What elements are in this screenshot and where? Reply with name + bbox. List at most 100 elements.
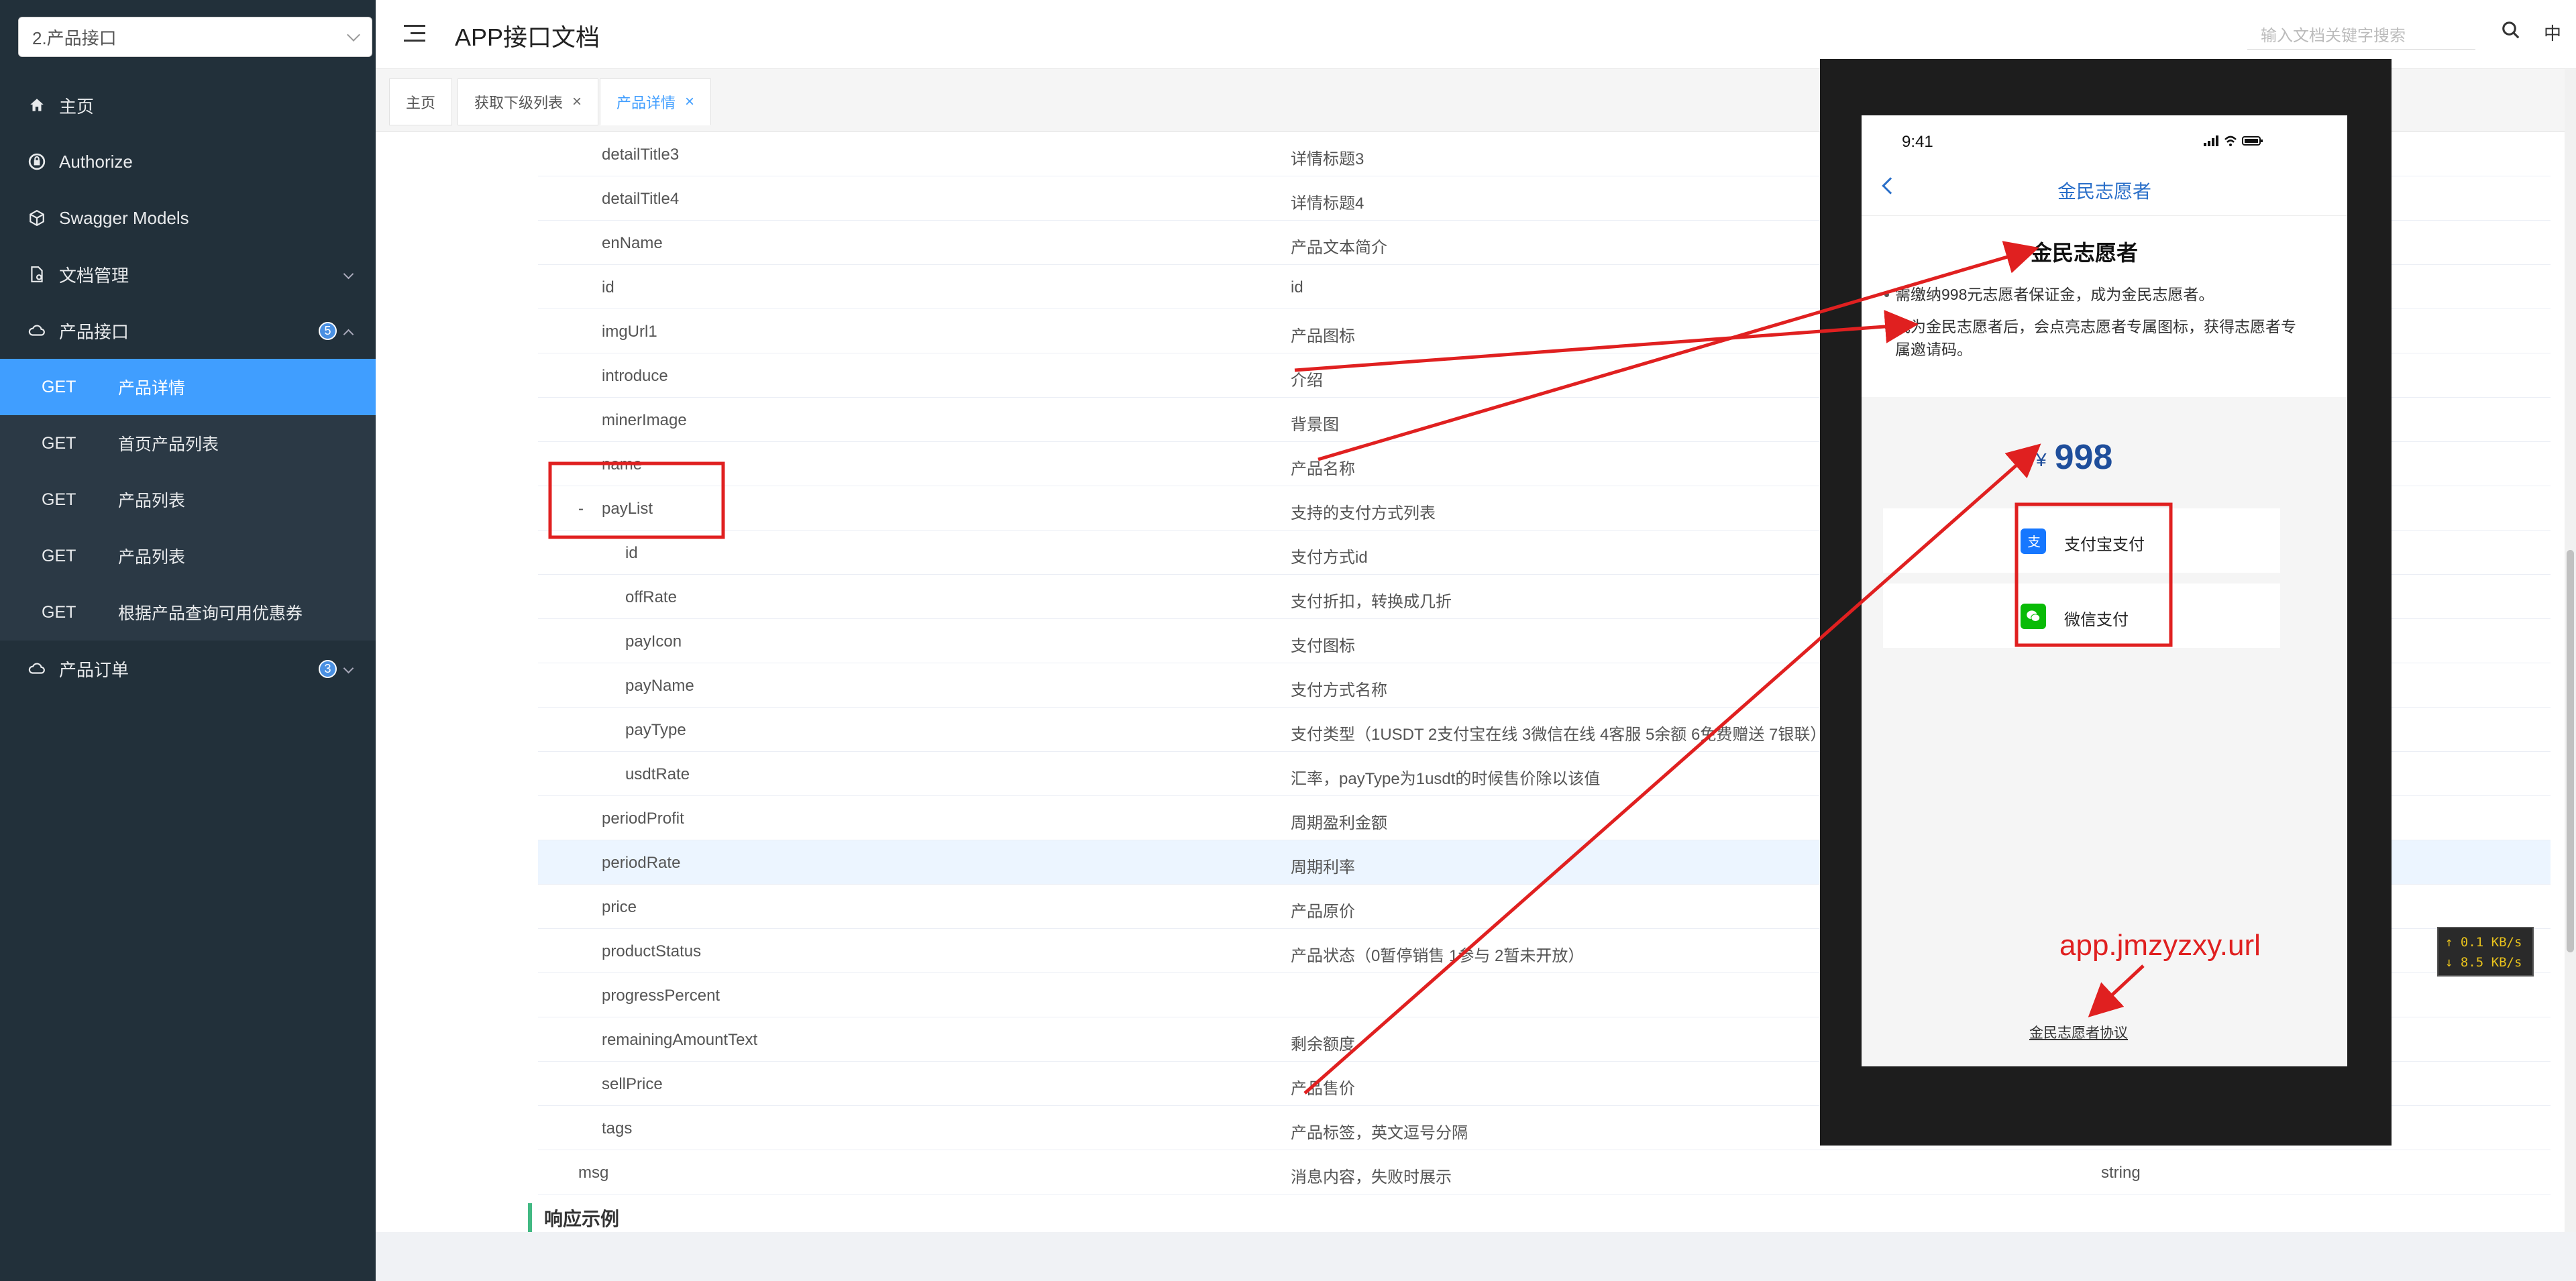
collapse-toggle[interactable]: - xyxy=(578,500,584,518)
sidebar-item-label: 文档管理 xyxy=(59,265,129,286)
api-item-product-detail[interactable]: GET 产品详情 xyxy=(0,359,376,415)
http-method: GET xyxy=(42,602,76,622)
phone-heading: 金民志愿者 xyxy=(2031,241,2139,265)
pay-option-label: 微信支付 xyxy=(2064,611,2129,629)
pay-option-wechat[interactable]: 微信支付 xyxy=(1883,583,2280,648)
param-description: 产品标签，英文逗号分隔 xyxy=(1291,1124,1468,1142)
http-method: GET xyxy=(42,546,76,565)
svg-text:支: 支 xyxy=(2027,535,2041,550)
param-name: detailTitle3 xyxy=(602,146,680,164)
param-description: 支付类型（1USDT 2支付宝在线 3微信在线 4客服 5余额 6免费赠送 7银… xyxy=(1291,726,1827,744)
phone-status-bar: 9:41 xyxy=(1862,115,2347,162)
param-name: periodRate xyxy=(602,854,681,872)
count-badge: 5 xyxy=(319,322,337,340)
param-description: 详情标题4 xyxy=(1291,194,1364,213)
param-name: payList xyxy=(602,500,653,518)
pay-option-alipay[interactable]: 支 支付宝支付 xyxy=(1883,508,2280,573)
search-icon[interactable] xyxy=(2501,20,2521,40)
param-description: id xyxy=(1291,278,1303,296)
param-description: 介绍 xyxy=(1291,372,1323,390)
param-description: 详情标题3 xyxy=(1291,150,1364,168)
search-input[interactable]: 输入文档关键字搜索 xyxy=(2247,19,2475,50)
sidebar-item-doc-management[interactable]: 文档管理 xyxy=(0,246,376,302)
tab-product-detail[interactable]: 产品详情 × xyxy=(600,78,712,125)
scrollbar-thumb[interactable] xyxy=(2567,550,2574,952)
sidebar-item-label: 产品接口 xyxy=(59,321,129,342)
currency-symbol: ¥ xyxy=(2036,449,2047,470)
param-name: usdtRate xyxy=(625,765,690,783)
param-description: 支付方式名称 xyxy=(1291,681,1387,700)
chevron-up-icon xyxy=(343,329,354,340)
language-switch[interactable]: 中 xyxy=(2544,20,2561,45)
network-speed-widget: ↑ 0.1 KB/s ↓ 8.5 KB/s xyxy=(2437,927,2534,977)
project-select-value: 2.产品接口 xyxy=(32,27,117,48)
api-item-product-list[interactable]: GET 产品列表 xyxy=(0,471,376,528)
sidebar-item-product-api[interactable]: 产品接口 5 xyxy=(0,302,376,359)
param-type: string xyxy=(2101,1164,2141,1182)
param-description: 支持的支付方式列表 xyxy=(1291,504,1436,522)
param-name: payName xyxy=(625,677,694,695)
api-label: 产品列表 xyxy=(118,492,186,510)
tab-label: 获取下级列表 xyxy=(474,95,564,111)
param-name: introduce xyxy=(602,367,668,385)
section-title: 响应示例 xyxy=(528,1203,619,1232)
param-description: 产品状态（0暂停销售 1参与 2暂未开放） xyxy=(1291,947,1585,965)
param-description: 周期盈利金额 xyxy=(1291,814,1387,832)
api-item-product-list-2[interactable]: GET 产品列表 xyxy=(0,528,376,584)
http-method: GET xyxy=(42,490,76,509)
param-name: id xyxy=(602,278,614,296)
footer-area xyxy=(376,1232,2576,1281)
menu-toggle-icon[interactable] xyxy=(404,23,425,44)
tab-home[interactable]: 主页 xyxy=(389,78,453,125)
param-name: imgUrl1 xyxy=(602,323,657,341)
phone-time: 9:41 xyxy=(1902,133,1933,151)
lock-icon xyxy=(28,153,46,170)
phone-pay-area: ¥998 支 支付宝支付 微信支付 xyxy=(1862,397,2347,1066)
param-description: 产品原价 xyxy=(1291,903,1355,921)
sidebar-item-label: Swagger Models xyxy=(59,207,189,228)
param-description: 产品图标 xyxy=(1291,327,1355,345)
sidebar-item-label: Authorize xyxy=(59,151,133,172)
tab-subordinate-list[interactable]: 获取下级列表 × xyxy=(458,78,599,125)
sidebar-item-label: 主页 xyxy=(59,96,95,117)
param-name: minerImage xyxy=(602,411,687,429)
protocol-link[interactable]: 金民志愿者协议 xyxy=(2029,1022,2128,1042)
api-item-coupons-by-product[interactable]: GET 根据产品查询可用优惠券 xyxy=(0,584,376,640)
phone-nav-bar: 金民志愿者 xyxy=(1862,162,2347,216)
product-api-sublist: GET 产品详情 GET 首页产品列表 GET 产品列表 GET 产品列表 GE… xyxy=(0,359,376,640)
api-label: 首页产品列表 xyxy=(118,435,219,454)
sidebar-item-home[interactable]: 主页 xyxy=(0,77,376,133)
param-name: msg xyxy=(578,1164,609,1182)
http-method: GET xyxy=(42,433,76,453)
close-icon[interactable]: × xyxy=(685,93,694,111)
param-description: 消息内容，失败时展示 xyxy=(1291,1168,1452,1186)
wechat-icon xyxy=(2021,604,2046,629)
sidebar-item-authorize[interactable]: Authorize xyxy=(0,133,376,190)
param-description: 支付方式id xyxy=(1291,549,1368,567)
sidebar-item-swagger-models[interactable]: Swagger Models xyxy=(0,190,376,246)
cube-icon xyxy=(28,209,46,227)
project-select[interactable]: 2.产品接口 xyxy=(18,17,372,57)
upload-speed: ↑ 0.1 KB/s xyxy=(2445,935,2522,950)
tab-label: 主页 xyxy=(406,95,436,111)
pay-option-label: 支付宝支付 xyxy=(2064,536,2145,554)
price-display: ¥998 xyxy=(2036,437,2112,478)
param-description: 产品名称 xyxy=(1291,460,1355,478)
home-icon xyxy=(28,97,46,114)
param-description: 剩余额度 xyxy=(1291,1036,1355,1054)
sidebar-item-product-orders[interactable]: 产品订单 3 xyxy=(0,640,376,697)
phone-intro: 金民志愿者 需缴纳998元志愿者保证金，成为金民志愿者。 成为金民志愿者后，会点… xyxy=(1862,216,2347,397)
param-description: 产品售价 xyxy=(1291,1080,1355,1098)
http-method: GET xyxy=(42,377,76,396)
close-icon[interactable]: × xyxy=(572,93,582,111)
param-description: 支付折扣，转换成几折 xyxy=(1291,593,1452,611)
api-label: 根据产品查询可用优惠券 xyxy=(118,604,303,623)
param-description: 背景图 xyxy=(1291,416,1339,434)
param-name: tags xyxy=(602,1119,633,1137)
api-item-home-product-list[interactable]: GET 首页产品列表 xyxy=(0,415,376,471)
alipay-icon: 支 xyxy=(2021,528,2046,554)
param-name: offRate xyxy=(625,588,677,606)
param-name: price xyxy=(602,898,637,916)
sidebar-item-label: 产品订单 xyxy=(59,659,129,680)
phone-bullet: 成为金民志愿者后，会点亮志愿者专属图标，获得志愿者专属邀请码。 xyxy=(1884,315,2311,361)
